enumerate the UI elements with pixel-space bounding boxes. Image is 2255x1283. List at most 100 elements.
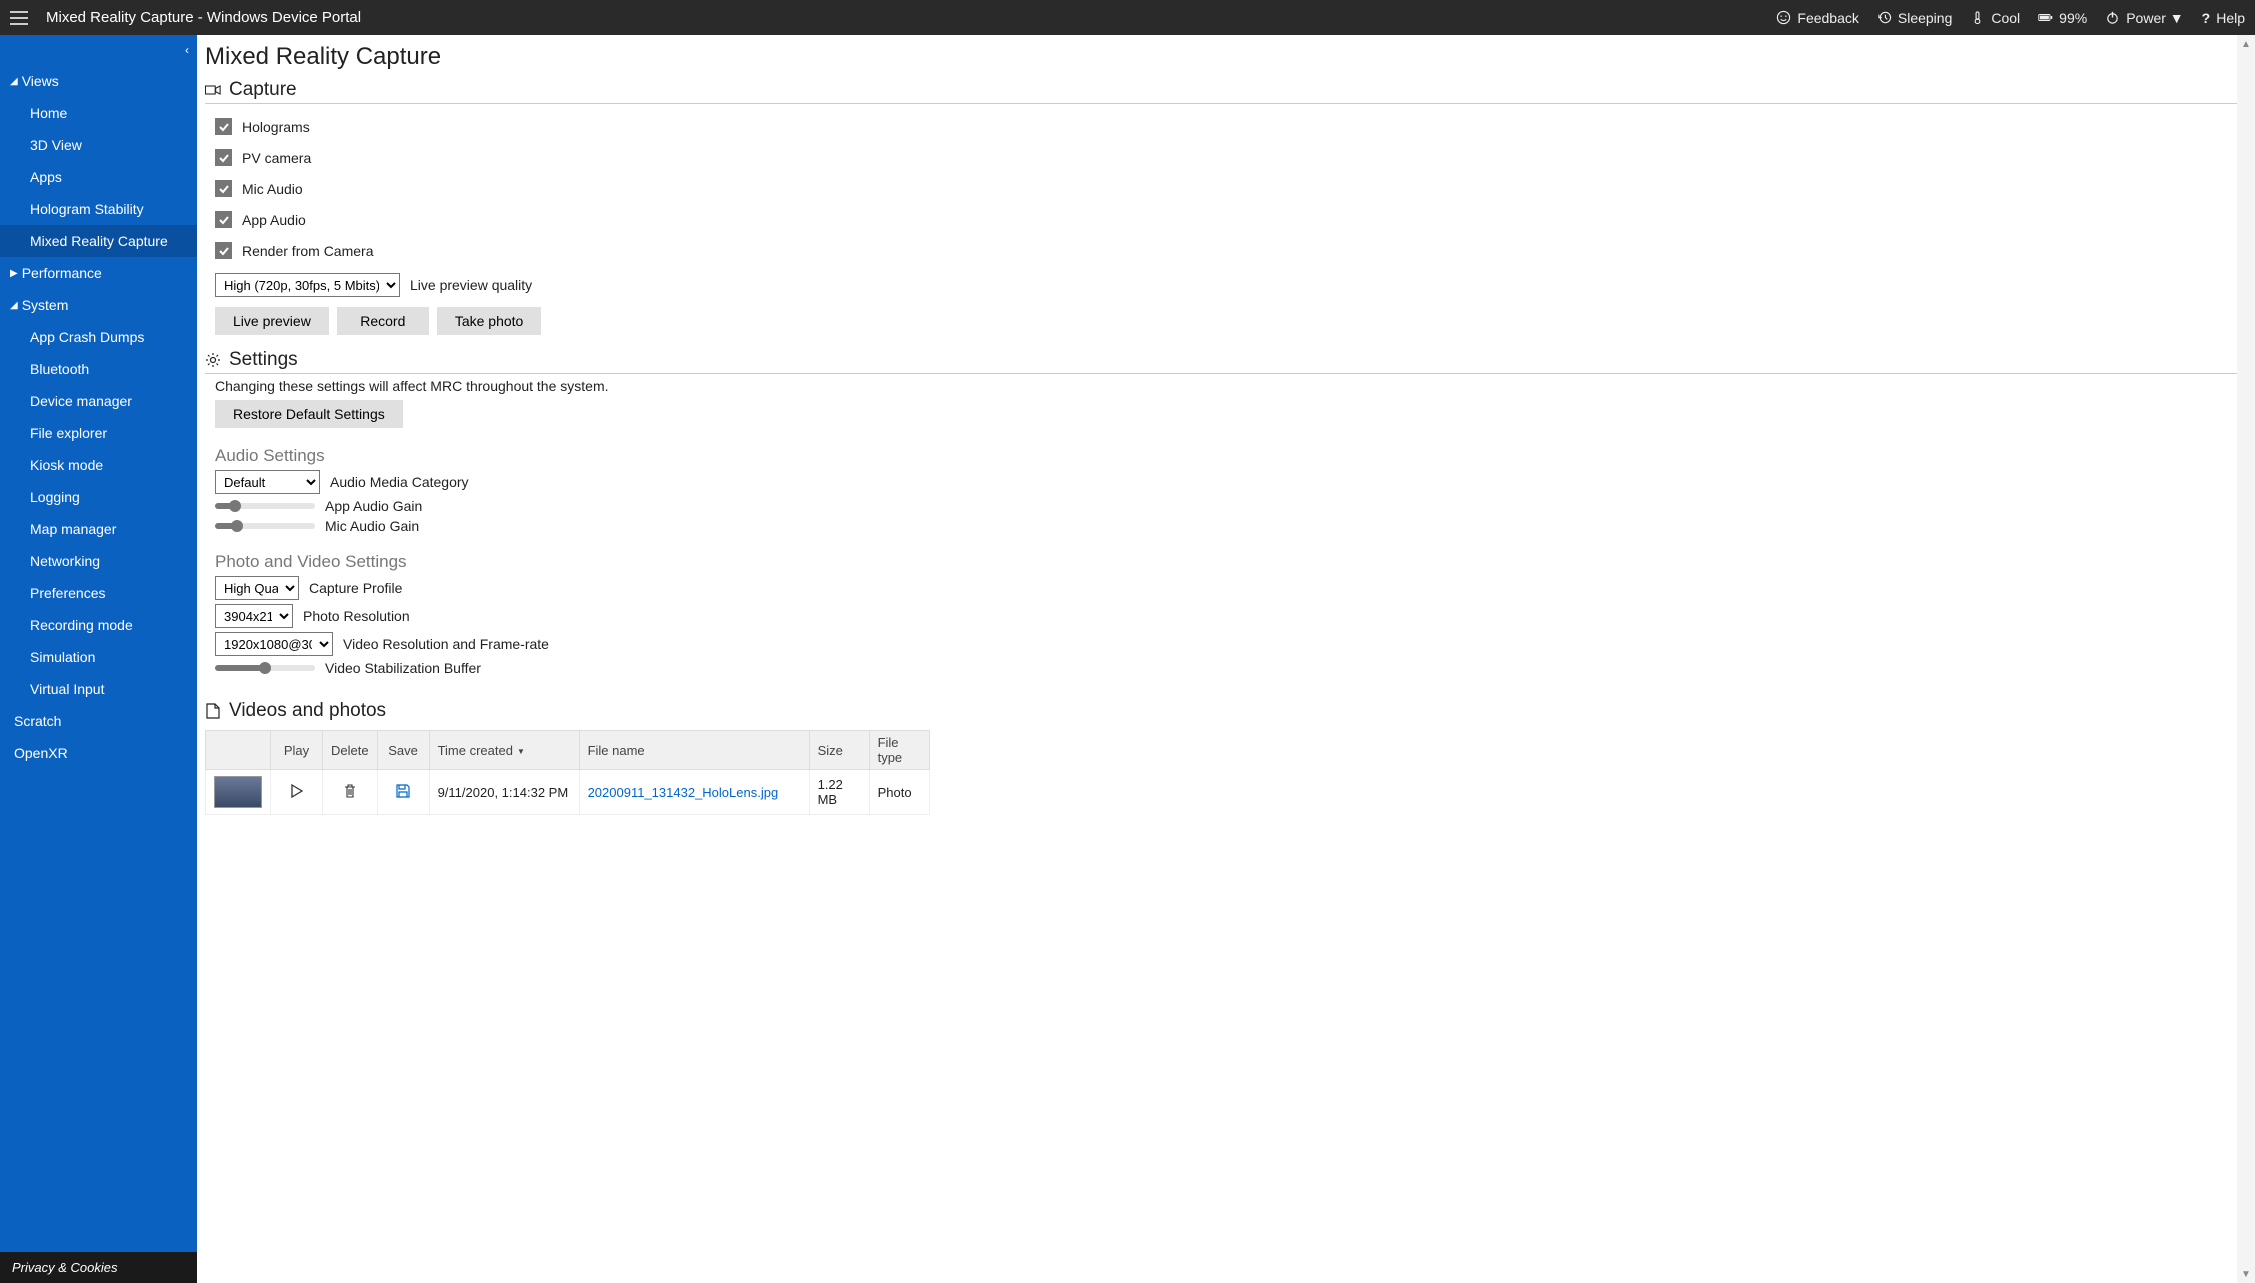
nav-group-views[interactable]: ◢ Views [0,65,197,97]
nav-group-performance[interactable]: ▶Performance [0,257,197,289]
checkbox-label: Render from Camera [242,243,374,259]
collapse-sidebar-icon[interactable]: ‹ [185,43,189,57]
checkmark-icon [218,121,230,133]
cell-type: Photo [869,770,929,815]
col-save[interactable]: Save [377,731,429,770]
col-size[interactable]: Size [809,731,869,770]
col-delete[interactable]: Delete [323,731,378,770]
battery-icon [2038,10,2053,25]
checkbox-pv-camera[interactable] [215,149,232,166]
quality-select[interactable]: High (720p, 30fps, 5 Mbits) [215,273,400,297]
gear-icon [205,352,221,368]
nav-item-kiosk-mode[interactable]: Kiosk mode [0,449,197,481]
settings-description: Changing these settings will affect MRC … [215,378,2241,394]
temp-label: Cool [1991,10,2020,26]
nav-item-app-crash-dumps[interactable]: App Crash Dumps [0,321,197,353]
nav-item-apps[interactable]: Apps [0,161,197,193]
vertical-scrollbar[interactable]: ▲ ▼ [2237,35,2255,1283]
nav-group-label: Views [22,73,59,89]
scroll-down-icon[interactable]: ▼ [2237,1265,2255,1283]
restore-defaults-button[interactable]: Restore Default Settings [215,400,403,428]
privacy-link[interactable]: Privacy & Cookies [0,1252,197,1283]
sleeping-label: Sleeping [1898,10,1953,26]
videos-heading-label: Videos and photos [229,700,386,722]
feedback-button[interactable]: Feedback [1776,10,1858,26]
nav-item-networking[interactable]: Networking [0,545,197,577]
document-icon [205,703,221,719]
expand-icon: ◢ [10,76,18,87]
nav-item-simulation[interactable]: Simulation [0,641,197,673]
checkmark-icon [218,183,230,195]
save-button[interactable] [377,770,429,815]
settings-heading-label: Settings [229,349,298,371]
checkmark-icon [218,214,230,226]
audio-category-select[interactable]: Default [215,470,320,494]
delete-button[interactable] [323,770,378,815]
live-preview-button[interactable]: Live preview [215,307,329,335]
scroll-up-icon[interactable]: ▲ [2237,35,2255,53]
nav-item-bluetooth[interactable]: Bluetooth [0,353,197,385]
help-label: Help [2216,10,2245,26]
audio-settings-header: Audio Settings [215,446,2241,466]
nav-item-recording-mode[interactable]: Recording mode [0,609,197,641]
col-time-created[interactable]: Time created▼ [429,731,579,770]
content-area: ▲ ▼ Mixed Reality Capture Capture Hologr… [197,35,2255,1283]
checkbox-mic-audio[interactable] [215,180,232,197]
table-row: 9/11/2020, 1:14:32 PM20200911_131432_Hol… [206,770,930,815]
nav-item-preferences[interactable]: Preferences [0,577,197,609]
power-icon [2105,10,2120,25]
help-button[interactable]: ? Help [2202,10,2245,26]
mic-audio-gain-slider[interactable] [215,523,315,529]
take-photo-button[interactable]: Take photo [437,307,542,335]
nav-item-hologram-stability[interactable]: Hologram Stability [0,193,197,225]
save-icon [396,784,410,798]
power-button[interactable]: Power ▼ [2105,10,2183,26]
nav-item-home[interactable]: Home [0,97,197,129]
record-button[interactable]: Record [337,307,429,335]
expand-icon: ▶ [10,268,18,279]
col-play[interactable]: Play [271,731,323,770]
sidebar: ‹ ◢ Views Home3D ViewAppsHologram Stabilit… [0,35,197,1283]
media-table: Play Delete Save Time created▼ File name… [205,730,930,815]
trash-icon [344,784,356,798]
play-button[interactable] [271,770,323,815]
nav-item-logging[interactable]: Logging [0,481,197,513]
nav-item-device-manager[interactable]: Device manager [0,385,197,417]
sleeping-indicator[interactable]: Sleeping [1877,10,1953,26]
nav-item-openxr[interactable]: OpenXR [0,737,197,769]
nav-item-virtual-input[interactable]: Virtual Input [0,673,197,705]
checkbox-render-from-camera[interactable] [215,242,232,259]
video-stabilization-label: Video Stabilization Buffer [325,660,481,676]
nav-item-3d-view[interactable]: 3D View [0,129,197,161]
col-file-type[interactable]: File type [869,731,929,770]
col-file-name[interactable]: File name [579,731,809,770]
app-audio-gain-slider[interactable] [215,503,315,509]
quality-label: Live preview quality [410,277,532,293]
feedback-label: Feedback [1797,10,1858,26]
checkbox-label: App Audio [242,212,306,228]
app-title: Mixed Reality Capture - Windows Device P… [46,9,361,26]
nav-item-file-explorer[interactable]: File explorer [0,417,197,449]
photo-resolution-select[interactable]: 3904x2196 [215,604,293,628]
nav-group-system[interactable]: ◢System [0,289,197,321]
question-icon: ? [2202,10,2211,26]
temp-indicator[interactable]: Cool [1970,10,2020,26]
capture-profile-select[interactable]: High Quality [215,576,299,600]
video-resolution-label: Video Resolution and Frame-rate [343,636,549,652]
checkbox-label: PV camera [242,150,311,166]
hamburger-menu-icon[interactable] [10,11,28,25]
nav-item-scratch[interactable]: Scratch [0,705,197,737]
nav-item-map-manager[interactable]: Map manager [0,513,197,545]
video-stabilization-slider[interactable] [215,665,315,671]
thumbnail[interactable] [214,776,262,808]
video-resolution-select[interactable]: 1920x1080@30fps [215,632,333,656]
checkbox-app-audio[interactable] [215,211,232,228]
checkbox-holograms[interactable] [215,118,232,135]
file-link[interactable]: 20200911_131432_HoloLens.jpg [588,785,779,800]
capture-profile-label: Capture Profile [309,580,402,596]
nav-item-mixed-reality-capture[interactable]: Mixed Reality Capture [0,225,197,257]
battery-indicator[interactable]: 99% [2038,10,2087,26]
thermometer-icon [1970,10,1985,25]
videos-section-header: Videos and photos [205,700,2241,724]
battery-label: 99% [2059,10,2087,26]
